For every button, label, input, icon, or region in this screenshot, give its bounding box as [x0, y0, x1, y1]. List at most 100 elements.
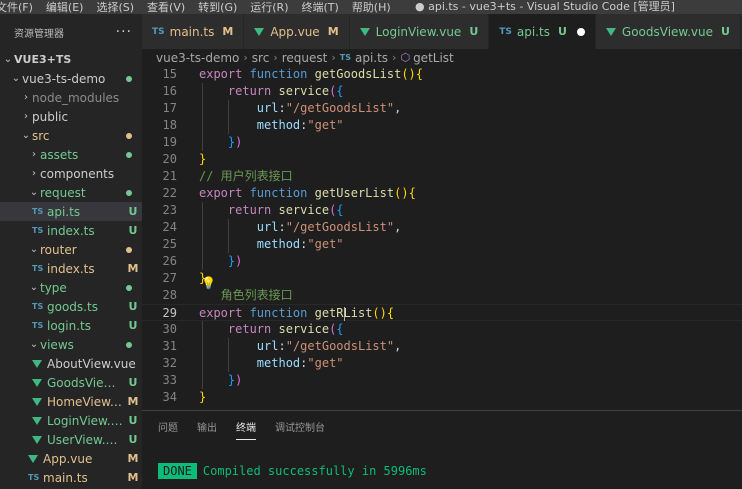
tree-folder[interactable]: ⌄ views: [0, 335, 142, 354]
chevron-down-icon: ⌄: [29, 282, 39, 293]
menu-bar: 文件(F) 编辑(E) 选择(S) 查看(V) 转到(G) 运行(R) 终端(T) 帮助(H): [0, 0, 404, 14]
tree-file[interactable]: AboutView.vue: [0, 354, 142, 373]
tree-file[interactable]: TS goods.ts U: [0, 297, 142, 316]
breadcrumb-symbol[interactable]: getList: [413, 51, 454, 65]
editor-tab[interactable]: App.vue M: [244, 14, 350, 49]
title-bar: 文件(F) 编辑(E) 选择(S) 查看(V) 转到(G) 运行(R) 终端(T) 帮助(H)…: [0, 0, 742, 14]
git-status-dot: [126, 132, 132, 139]
code-token: function: [249, 186, 315, 200]
code-token: List: [343, 306, 373, 320]
more-actions-icon[interactable]: ···: [116, 24, 132, 40]
tree-folder[interactable]: › node_modules: [0, 88, 142, 107]
tree-file[interactable]: HomeView.... M: [0, 392, 142, 411]
explorer-sidebar: 资源管理器 ··· ⌄ VUE3+TS ⌄ vue3-ts-demo › node_mod…: [0, 14, 142, 489]
editor-tab[interactable]: TS main.ts M: [142, 14, 245, 49]
git-status-badge: U: [128, 433, 138, 446]
tree-folder[interactable]: ⌄ type: [0, 278, 142, 297]
tree-folder[interactable]: › public: [0, 107, 142, 126]
vue-file-icon: [359, 27, 370, 36]
menu-item[interactable]: 帮助(H): [352, 0, 391, 14]
menu-item[interactable]: 终端(T): [302, 0, 339, 14]
tree-item-label: assets: [40, 147, 79, 162]
tab-git-status: U: [557, 25, 567, 38]
tree-item-label: router: [40, 242, 77, 257]
typescript-file-icon: TS: [499, 26, 512, 37]
line-number: 17: [162, 101, 177, 115]
code-token: "get": [307, 237, 344, 251]
tree-folder[interactable]: ⌄ VUE3+TS: [0, 50, 142, 69]
code-line: 16 return service({: [142, 83, 742, 100]
code-token: method: [199, 237, 301, 251]
breadcrumb-item[interactable]: vue3-ts-demo: [156, 51, 239, 65]
menu-item[interactable]: 运行(R): [250, 0, 288, 14]
git-status-badge: U: [128, 205, 138, 218]
line-number: 16: [162, 84, 177, 98]
tree-file[interactable]: LoginView.vue U: [0, 411, 142, 430]
vue-file-icon: [32, 397, 42, 406]
breadcrumb-item[interactable]: src: [252, 51, 270, 65]
code-token: {: [336, 322, 344, 336]
terminal-output[interactable]: DONE Compiled successfully in 5996ms: [158, 463, 427, 479]
line-number: 32: [162, 356, 177, 370]
code-token: {: [386, 306, 395, 320]
code-text: 角色列表接口: [199, 287, 293, 304]
git-status-dot: [126, 284, 132, 291]
panel-tab[interactable]: 输出: [197, 415, 217, 438]
tree-file[interactable]: TS index.ts M: [0, 259, 142, 278]
editor-tab[interactable]: LoginView.vue U: [349, 14, 490, 49]
unsaved-dot-icon[interactable]: [576, 27, 585, 36]
breadcrumb-file[interactable]: api.ts: [355, 51, 388, 65]
code-text: url:"/getGoodsList",: [199, 100, 402, 117]
code-token: getUserList: [314, 186, 395, 200]
tree-file[interactable]: TS login.ts U: [0, 316, 142, 335]
tree-item-label: LoginView.vue: [47, 413, 124, 428]
code-text: url:"/getGoodsList",: [199, 338, 402, 355]
tree-folder[interactable]: ⌄ router: [0, 240, 142, 259]
code-token: export: [199, 306, 250, 320]
tree-folder[interactable]: › components: [0, 164, 142, 183]
tree-item-label: type: [40, 280, 67, 295]
tree-item-label: VUE3+TS: [14, 53, 72, 66]
vue-file-icon: [32, 435, 42, 444]
code-line: 19 }): [142, 134, 742, 151]
menu-item[interactable]: 转到(G): [198, 0, 237, 14]
code-line: 21 // 用户列表接口: [142, 168, 742, 185]
tree-folder[interactable]: ⌄ src: [0, 126, 142, 145]
tab-label: LoginView.vue: [375, 24, 462, 39]
panel-tab[interactable]: 终端: [236, 415, 256, 440]
tree-file[interactable]: UserView.vue U: [0, 430, 142, 449]
tree-item-label: public: [32, 109, 69, 124]
code-line: 33 }): [142, 372, 742, 389]
git-status-badge: U: [128, 414, 138, 427]
tree-file[interactable]: TS main.ts M: [0, 468, 142, 487]
tree-file[interactable]: App.vue M: [0, 449, 142, 468]
code-line: 20}: [142, 151, 742, 168]
breadcrumb-separator-icon: ›: [243, 51, 248, 64]
git-status-dot: [126, 341, 132, 348]
tree-file[interactable]: GoodsView.... U: [0, 373, 142, 392]
typescript-file-icon: TS: [32, 302, 44, 311]
panel-tab[interactable]: 调试控制台: [275, 415, 325, 438]
git-status-badge: M: [127, 471, 139, 484]
tree-file[interactable]: TS api.ts U: [0, 202, 142, 221]
tab-label: App.vue: [270, 24, 320, 39]
tree-folder[interactable]: › assets: [0, 145, 142, 164]
code-token: :: [278, 220, 286, 234]
tree-folder[interactable]: ⌄ request: [0, 183, 142, 202]
tree-file[interactable]: TS index.ts U: [0, 221, 142, 240]
code-text: }): [199, 253, 242, 270]
menu-item[interactable]: 查看(V): [147, 0, 185, 14]
panel-tab[interactable]: 问题: [158, 415, 178, 438]
editor-tab[interactable]: TS api.ts U: [489, 14, 596, 49]
git-status-badge: U: [128, 376, 138, 389]
menu-item[interactable]: 选择(S): [96, 0, 134, 14]
editor-tab[interactable]: GoodsView.vue U: [595, 14, 741, 49]
tree-folder[interactable]: ⌄ vue3-ts-demo: [0, 69, 142, 88]
code-editor[interactable]: 💡 15 export function getGoodsList(){16 re…: [142, 66, 742, 410]
code-line: 32 method:"get": [142, 355, 742, 372]
menu-item[interactable]: 编辑(E): [46, 0, 84, 14]
menu-item[interactable]: 文件(F): [0, 0, 33, 14]
breadcrumb: vue3-ts-demo › src › request › TS api.ts › ⬡ getLi…: [142, 49, 742, 66]
breadcrumb-item[interactable]: request: [282, 51, 328, 65]
